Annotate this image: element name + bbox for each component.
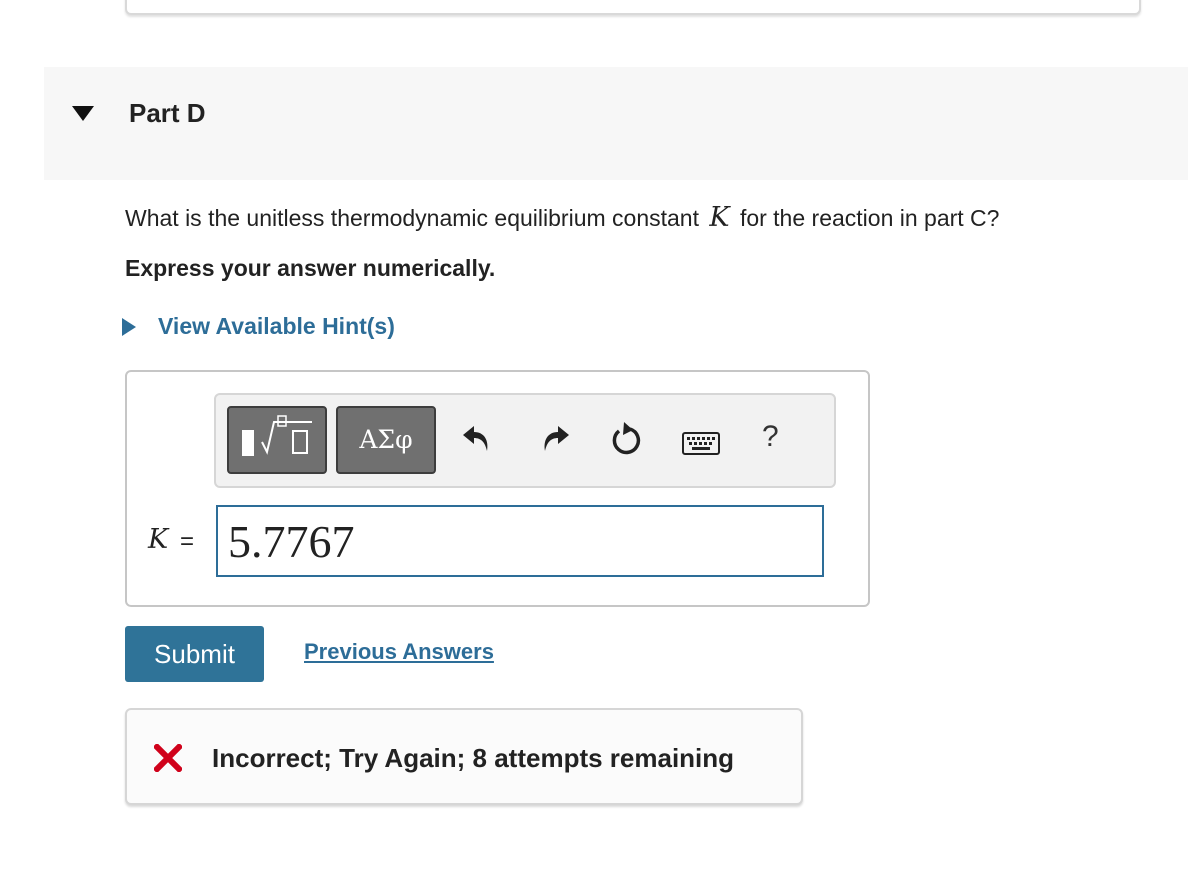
redo-icon[interactable]	[540, 423, 570, 455]
answer-input[interactable]: 5.7767	[216, 505, 824, 577]
feedback-message: Incorrect; Try Again; 8 attempts remaini…	[212, 743, 735, 773]
previous-answers-link[interactable]: Previous Answers	[304, 639, 494, 665]
answer-variable-label: K	[148, 524, 169, 555]
question-text-after: for the reaction in part C?	[739, 205, 1000, 231]
greek-symbols-button[interactable]: ΑΣφ	[336, 406, 436, 474]
answer-instruction: Express your answer numerically.	[125, 255, 496, 281]
caret-down-icon[interactable]	[72, 106, 94, 122]
undo-icon[interactable]	[462, 423, 492, 455]
question-text: What is the unitless thermodynamic equil…	[125, 202, 999, 233]
view-hints-label: View Available Hint(s)	[158, 313, 395, 339]
greek-symbols-label: ΑΣφ	[359, 425, 413, 454]
part-header	[44, 67, 1188, 180]
previous-part-box	[125, 0, 1141, 15]
question-variable: K	[709, 202, 730, 233]
question-text-before: What is the unitless thermodynamic equil…	[125, 205, 699, 231]
templates-button[interactable]	[227, 406, 327, 474]
templates-icon	[242, 415, 312, 456]
reset-icon[interactable]	[610, 422, 642, 456]
answer-value: 5.7767	[228, 516, 355, 567]
help-button[interactable]: ?	[762, 420, 779, 454]
keyboard-icon[interactable]	[682, 432, 720, 456]
x-mark-icon	[154, 744, 182, 772]
part-title: Part D	[129, 98, 206, 128]
submit-button[interactable]: Submit	[125, 626, 264, 682]
equals-sign: =	[180, 528, 195, 555]
caret-right-icon	[122, 317, 136, 336]
view-hints-link[interactable]: View Available Hint(s)	[122, 313, 395, 340]
